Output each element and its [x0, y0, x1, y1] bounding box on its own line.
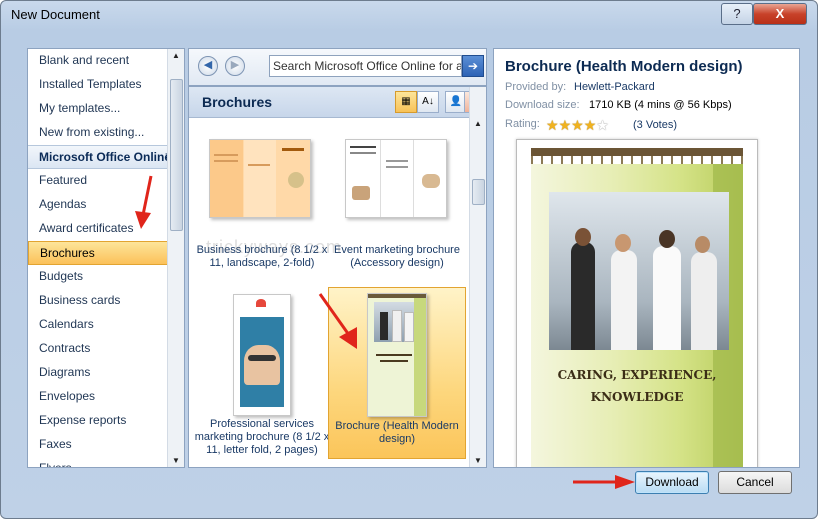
download-size-label: Download size: [505, 99, 580, 111]
sort-icon[interactable]: ▦ [395, 91, 417, 113]
preview-photo [549, 192, 729, 350]
sidebar-item[interactable]: Expense reports [28, 409, 175, 431]
search-bar: ◀ ▶ Search Microsoft Office Online for a… [188, 48, 487, 86]
sidebar-item[interactable]: Faxes [28, 433, 175, 455]
scroll-thumb[interactable] [472, 179, 485, 205]
star-icon[interactable]: ★ [559, 117, 572, 133]
rating-stars[interactable]: ★★★★★ [546, 117, 609, 134]
sidebar-section-header: Microsoft Office Online [28, 145, 175, 169]
close-button[interactable]: X [753, 3, 807, 25]
rating-label: Rating: [505, 118, 540, 130]
scroll-down-icon[interactable]: ▼ [172, 456, 180, 465]
annotation-arrow-icon [318, 293, 357, 349]
scroll-thumb[interactable] [170, 79, 183, 231]
template-title: Brochure (Health Modern design) [505, 58, 743, 75]
sort-az-icon[interactable]: A↓ [417, 91, 439, 113]
template-tile[interactable]: Professional services marketing brochure… [194, 292, 330, 460]
template-thumbnail [345, 139, 447, 218]
template-preview: CARING, EXPERIENCE, KNOWLEDGE [516, 139, 758, 467]
provided-by-label: Provided by: [505, 81, 567, 93]
cancel-button[interactable]: Cancel [718, 471, 792, 494]
star-icon[interactable]: ★ [584, 117, 597, 133]
search-input[interactable]: Search Microsoft Office Online for a [269, 55, 462, 77]
dialog-title: New Document [11, 7, 100, 22]
sidebar-item[interactable]: Budgets [28, 265, 175, 287]
star-icon[interactable]: ★ [596, 117, 609, 133]
sidebar-item[interactable]: Installed Templates [28, 73, 175, 95]
annotation-arrow-icon [573, 475, 635, 489]
template-thumbnail [233, 294, 291, 416]
sidebar-item[interactable]: Calendars [28, 313, 175, 335]
sidebar-item[interactable]: New from existing... [28, 121, 175, 143]
votes-count: (3 Votes) [633, 119, 678, 131]
forward-icon[interactable]: ▶ [225, 56, 245, 76]
gallery-header: Brochures ▦ A↓ 👤 ✕ [189, 87, 486, 118]
template-gallery: Brochures ▦ A↓ 👤 ✕ Business brochure (8 … [188, 86, 487, 468]
sidebar-item[interactable]: Envelopes [28, 385, 175, 407]
template-thumbnail [367, 293, 427, 417]
category-scrollbar[interactable]: ▲ ▼ [167, 49, 184, 467]
template-label: Brochure (Health Modern design) [335, 420, 459, 445]
sidebar-item[interactable]: My templates... [28, 97, 175, 119]
download-size-value: 1710 KB (4 mins @ 56 Kbps) [589, 99, 732, 111]
sidebar-item[interactable]: Flyers [28, 457, 175, 467]
sidebar-item[interactable]: Diagrams [28, 361, 175, 383]
gallery-scrollbar[interactable]: ▲ ▼ [469, 87, 486, 467]
template-category-list: Blank and recent Installed Templates My te… [27, 48, 185, 468]
template-label: Professional services marketing brochure… [194, 418, 330, 456]
gallery-title: Brochures [202, 94, 273, 110]
new-document-dialog: New Document ? X Blank and recent Install… [0, 0, 818, 519]
template-tile[interactable]: Business brochure (8 1/2 x 11, landscape… [194, 127, 330, 295]
template-tile[interactable]: Event marketing brochure (Accessory desi… [329, 127, 465, 295]
star-icon[interactable]: ★ [571, 117, 584, 133]
download-button[interactable]: Download [635, 471, 709, 494]
scroll-down-icon[interactable]: ▼ [474, 456, 482, 465]
scroll-up-icon[interactable]: ▲ [172, 51, 180, 60]
star-icon[interactable]: ★ [546, 117, 559, 133]
watermark-text: trickyways.com [206, 237, 343, 257]
help-button[interactable]: ? [721, 3, 753, 25]
sidebar-item[interactable]: Business cards [28, 289, 175, 311]
back-icon[interactable]: ◀ [198, 56, 218, 76]
provided-by-value: Hewlett-Packard [574, 81, 655, 93]
template-details: Brochure (Health Modern design) Provided… [493, 48, 800, 468]
sidebar-item[interactable]: Brochures [28, 241, 177, 265]
annotation-arrow-icon [135, 175, 153, 229]
preview-tagline-2: KNOWLEDGE [590, 390, 684, 404]
sidebar-item[interactable]: Blank and recent [28, 49, 175, 71]
preview-tagline-1: CARING, EXPERIENCE, [557, 368, 717, 382]
template-label: Event marketing brochure (Accessory desi… [334, 244, 460, 269]
search-go-button[interactable]: ➔ [462, 55, 484, 77]
template-thumbnail [209, 139, 311, 218]
sidebar-item[interactable]: Contracts [28, 337, 175, 359]
scroll-up-icon[interactable]: ▲ [474, 119, 482, 128]
